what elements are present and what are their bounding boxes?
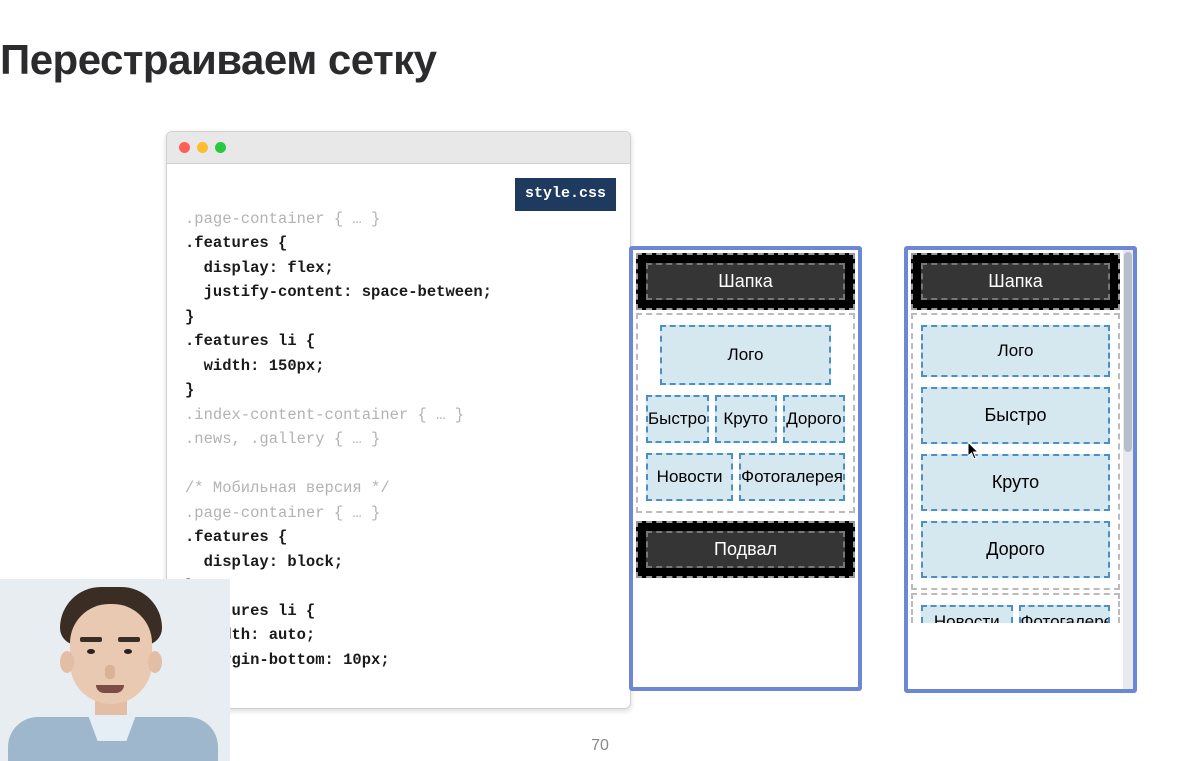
mockup-mobile: Шапка Лого Быстро Круто Дорого Новости Ф… — [904, 246, 1137, 693]
code-line: .page-container { … } — [185, 504, 380, 522]
code-line: display: flex; — [185, 259, 334, 277]
mock-logo: Лого — [660, 325, 831, 385]
code-line: } — [185, 381, 194, 399]
code-line: .page-container { … } — [185, 210, 380, 228]
page-number: 70 — [591, 737, 609, 755]
mock-feature: Быстро — [921, 387, 1110, 444]
mock-footer: Подвал — [646, 531, 845, 568]
mock-header: Шапка — [646, 263, 845, 300]
mock-logo: Лого — [921, 325, 1110, 377]
minimize-icon — [197, 142, 208, 153]
code-line: justify-content: space-between; — [185, 283, 492, 301]
code-line: } — [185, 308, 194, 326]
code-line: .news, .gallery { … } — [185, 430, 380, 448]
mock-content: Лого Быстро Круто Дорого Новости Фотогал… — [636, 313, 855, 513]
mock-feature: Дорого — [783, 395, 845, 443]
slide-title: Перестраиваем сетку — [0, 36, 437, 84]
mock-feature: Дорого — [921, 521, 1110, 578]
mock-header-band: Шапка — [911, 253, 1120, 310]
code-line: .features { — [185, 528, 287, 546]
code-window: style.css .page-container { … } .features… — [166, 131, 631, 709]
mock-news: Новости — [921, 605, 1013, 623]
close-icon — [179, 142, 190, 153]
code-line: .index-content-container { … } — [185, 406, 464, 424]
code-line: .features li { — [185, 332, 315, 350]
code-line: .features { — [185, 234, 287, 252]
mock-news: Новости — [646, 453, 733, 501]
mock-content-lower: Новости Фотогалере — [911, 593, 1120, 623]
mock-gallery: Фотогалерея — [739, 453, 845, 501]
zoom-icon — [215, 142, 226, 153]
code-line: /* Мобильная версия */ — [185, 479, 390, 497]
mock-gallery: Фотогалере — [1019, 605, 1111, 623]
presenter-webcam — [0, 579, 230, 761]
file-badge: style.css — [515, 178, 616, 211]
scrollbar-thumb[interactable] — [1124, 252, 1132, 452]
mockup-desktop: Шапка Лого Быстро Круто Дорого Новости Ф… — [629, 246, 862, 691]
code-line: display: block; — [185, 553, 343, 571]
mock-feature: Быстро — [646, 395, 709, 443]
slide: Перестраиваем сетку style.css .page-conta… — [0, 0, 1200, 761]
mock-feature: Круто — [715, 395, 777, 443]
mock-header-band: Шапка — [636, 253, 855, 310]
code-body: style.css .page-container { … } .features… — [167, 164, 630, 715]
mock-footer-band: Подвал — [636, 521, 855, 578]
scrollbar[interactable] — [1123, 250, 1133, 689]
mock-content: Лого Быстро Круто Дорого — [911, 313, 1120, 590]
mock-header: Шапка — [921, 263, 1110, 300]
code-line: width: 150px; — [185, 357, 325, 375]
window-titlebar — [167, 132, 630, 164]
mock-feature: Круто — [921, 454, 1110, 511]
